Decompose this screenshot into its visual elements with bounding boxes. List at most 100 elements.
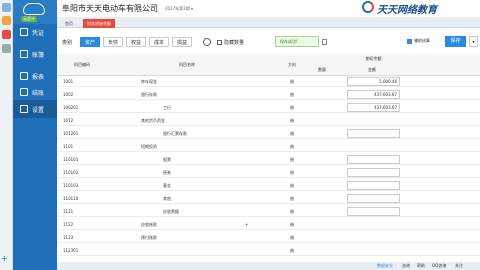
- cell-code: 1122: [63, 222, 74, 227]
- tool-icon[interactable]: [2, 44, 11, 53]
- cell-name: 股票: [163, 157, 171, 162]
- category-cost-button[interactable]: 成本: [149, 37, 170, 47]
- cloud-icon[interactable]: [2, 3, 11, 12]
- balance-table: 科目编码 科目名称 方向 期初余额 数量 金额 1001 库存现金借 5,000.4…: [57, 54, 480, 262]
- cell-name: 其他: [163, 196, 171, 201]
- cell-direction: 借: [290, 92, 294, 97]
- cloud-logo-icon: [23, 3, 45, 15]
- cell-code: 1001: [63, 79, 74, 84]
- status-help[interactable]: 帮助: [417, 263, 425, 269]
- logo: 云会计: [13, 0, 57, 24]
- status-security[interactable]: 数据安全: [377, 263, 393, 269]
- amount-input[interactable]: [347, 181, 400, 190]
- settings-icon: [20, 105, 28, 113]
- sidebar-item-ledger[interactable]: 账簿: [13, 45, 57, 63]
- status-follow[interactable]: 关注: [455, 263, 463, 269]
- cell-code: 1123: [63, 235, 74, 240]
- cell-name: 银行存款: [141, 92, 157, 97]
- tab-bar: 首页 财务初始余额: [57, 17, 480, 28]
- table-header: 科目编码 科目名称 方向 期初余额 数量 金额: [57, 54, 480, 76]
- status-bar: 数据安全 咨询 帮助 QQ咨询 关注: [57, 262, 480, 270]
- cell-name: 基金: [163, 183, 171, 188]
- table-row: 1101 短期投资 借: [57, 141, 480, 152]
- cell-code: 112301: [63, 248, 79, 253]
- cell-name: 银行汇票存款: [163, 131, 187, 136]
- sidebar-item-voucher[interactable]: 凭证: [13, 23, 57, 41]
- hide-qty-checkbox[interactable]: [217, 40, 222, 45]
- cell-direction: 借: [290, 209, 294, 214]
- cell-direction: 借: [290, 157, 294, 162]
- brand-watermark: 天天网络教育: [377, 5, 437, 16]
- cell-name: 其他货币资金: [141, 118, 165, 123]
- amount-input[interactable]: [347, 155, 400, 164]
- cell-code: 1121: [63, 209, 74, 214]
- category-equity-button[interactable]: 权益: [126, 37, 147, 47]
- table-row: 1002 银行存款 借 437,603.67: [57, 89, 480, 100]
- filter-icon[interactable]: [322, 39, 327, 45]
- add-icon[interactable]: +: [1, 254, 8, 263]
- amount-input[interactable]: 5,000.46: [347, 77, 400, 86]
- toolbar: 类别 资产 负债 权益 成本 损益 隐藏数量 保存成功! 辅助核算 保存 ▾: [57, 28, 480, 54]
- table-row: 1121 应收票据 借: [57, 206, 480, 217]
- amount-input[interactable]: [347, 194, 400, 203]
- status-qq[interactable]: QQ咨询: [432, 263, 446, 269]
- assist-checkbox[interactable]: [407, 39, 412, 44]
- add-aux-icon[interactable]: +: [245, 222, 248, 227]
- table-row: 112301 借: [57, 245, 480, 256]
- col-direction: 方向: [288, 62, 296, 67]
- cell-direction: 借: [290, 170, 294, 175]
- cell-code: 1012: [63, 118, 74, 123]
- amount-input[interactable]: [347, 207, 400, 216]
- cell-direction: 借: [290, 248, 294, 253]
- sidebar-item-settings[interactable]: 设置: [13, 100, 57, 118]
- category-liability-button[interactable]: 负债: [103, 37, 124, 47]
- cell-direction: 借: [290, 79, 294, 84]
- cell-direction: 借: [290, 105, 294, 110]
- home-icon[interactable]: [2, 16, 11, 25]
- hide-qty-label: 隐藏数量: [224, 40, 245, 46]
- cell-direction: 借: [290, 235, 294, 240]
- cell-name: 短期投资: [141, 144, 157, 149]
- brand-logo-icon: [362, 1, 374, 13]
- cell-name: 库存现金: [141, 79, 157, 84]
- table-row: 101201 银行汇票存款 借: [57, 128, 480, 139]
- refresh-icon[interactable]: [203, 38, 211, 46]
- table-row: 110102 债券 借: [57, 167, 480, 178]
- col-name: 科目名称: [179, 62, 195, 67]
- cell-code: 110103: [63, 183, 79, 188]
- company-name[interactable]: 阜阳市天天电动车有限公司: [62, 3, 158, 14]
- amount-input[interactable]: [347, 168, 400, 177]
- category-label: 类别: [62, 40, 73, 46]
- table-row: 1123 预付账款 借: [57, 232, 480, 243]
- save-button[interactable]: 保存: [445, 36, 466, 47]
- period-selector[interactable]: 2017年第1期 ▾: [165, 6, 193, 12]
- version-badge: 云会计: [21, 16, 37, 22]
- status-consult[interactable]: 咨询: [402, 263, 410, 269]
- category-asset-button[interactable]: 资产: [80, 37, 101, 47]
- amount-input[interactable]: [347, 129, 400, 138]
- sidebar-item-closing[interactable]: 结账: [13, 83, 57, 101]
- more-button[interactable]: ▾: [469, 36, 478, 47]
- table-row: 110103 基金 借: [57, 180, 480, 191]
- tab-opening-balance[interactable]: 财务初始余额: [83, 19, 115, 28]
- cell-direction: 借: [290, 144, 294, 149]
- table-row: 110101 股票 借: [57, 154, 480, 165]
- amount-input[interactable]: 437,603.67: [347, 103, 400, 112]
- cell-name: 应收票据: [163, 209, 179, 214]
- cell-code: 110110: [63, 196, 79, 201]
- cell-name: 预付账款: [141, 235, 157, 240]
- cell-direction: 借: [290, 131, 294, 136]
- left-quickbar: [0, 0, 13, 270]
- cell-name: 工行: [163, 105, 171, 110]
- tab-home[interactable]: 首页: [61, 19, 77, 28]
- category-pl-button[interactable]: 损益: [172, 37, 193, 47]
- table-row: 100201 工行 借 437,603.67: [57, 102, 480, 113]
- col-amount: 金额: [368, 67, 376, 72]
- amount-input[interactable]: 437,603.67: [347, 90, 400, 99]
- app-icon[interactable]: [2, 30, 11, 39]
- cell-direction: 借: [290, 196, 294, 201]
- table-row: 1001 库存现金 借 5,000.46: [57, 76, 480, 87]
- ledger-icon: [20, 50, 28, 58]
- saved-toast: 保存成功!: [275, 36, 319, 47]
- cell-code: 110101: [63, 157, 79, 162]
